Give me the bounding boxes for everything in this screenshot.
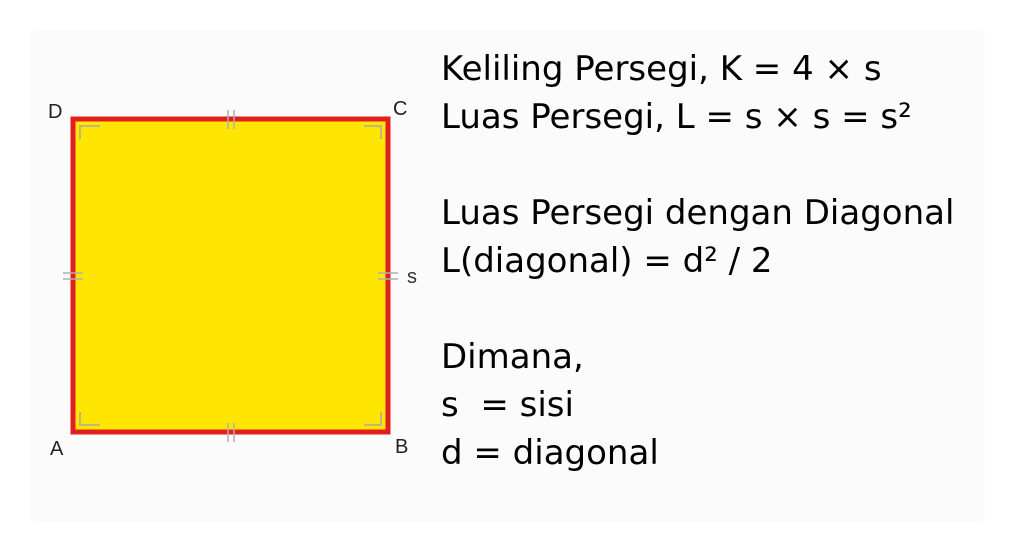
square-diagram: D C A B s <box>48 98 417 460</box>
vertex-label-a: A <box>50 438 64 460</box>
vertex-label-d: D <box>48 101 62 123</box>
definition-d: d = diagonal <box>441 433 659 473</box>
definition-s: s = sisi <box>441 385 574 425</box>
diagonal-area-heading: Luas Persegi dengan Diagonal <box>441 193 955 233</box>
formula-text-block: Keliling Persegi, K = 4 × s Luas Persegi… <box>441 52 991 484</box>
figure-canvas: D C A B s Keliling Persegi, K = 4 × s Lu… <box>0 0 1012 551</box>
side-label-s: s <box>407 266 417 288</box>
square-shape <box>70 116 391 435</box>
vertex-label-c: C <box>393 98 407 120</box>
vertex-label-b: B <box>395 436 408 458</box>
perimeter-formula: Keliling Persegi, K = 4 × s <box>441 49 882 89</box>
diagonal-area-formula: L(diagonal) = d² / 2 <box>441 241 773 281</box>
where-label: Dimana, <box>441 337 584 377</box>
area-formula: Luas Persegi, L = s × s = s² <box>441 97 912 137</box>
